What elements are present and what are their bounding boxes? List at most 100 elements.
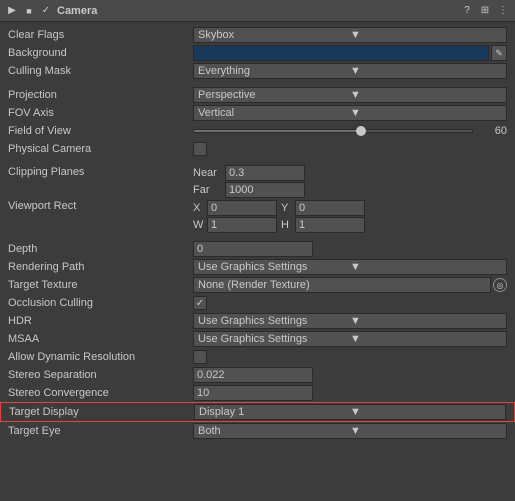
target-eye-label: Target Eye: [8, 425, 193, 437]
viewport-x-prefix: X: [193, 202, 205, 214]
help-icon[interactable]: ?: [460, 4, 474, 18]
viewport-w-prefix: W: [193, 219, 205, 231]
checkbox-icon[interactable]: ✓: [39, 4, 53, 18]
clipping-far-input[interactable]: [225, 182, 305, 198]
target-display-value: Display 1 ▼: [194, 404, 506, 420]
msaa-label: MSAA: [8, 333, 193, 345]
fov-slider-thumb[interactable]: [356, 126, 366, 136]
occlusion-culling-checkbox[interactable]: ✓: [193, 296, 207, 310]
target-display-dropdown[interactable]: Display 1 ▼: [194, 404, 506, 420]
allow-dynamic-resolution-row: Allow Dynamic Resolution: [0, 348, 515, 366]
background-color-swatch[interactable]: [193, 45, 489, 61]
viewport-x-field: X: [193, 200, 277, 216]
depth-row: Depth: [0, 240, 515, 258]
stereo-convergence-label: Stereo Convergence: [8, 387, 193, 399]
viewport-fields: X Y W H: [193, 200, 507, 233]
background-label: Background: [8, 47, 193, 59]
rendering-path-dropdown[interactable]: Use Graphics Settings ▼: [193, 259, 507, 275]
viewport-h-prefix: H: [281, 219, 293, 231]
field-of-view-value: 60: [193, 125, 507, 137]
rendering-path-row: Rendering Path Use Graphics Settings ▼: [0, 258, 515, 276]
target-eye-dropdown[interactable]: Both ▼: [193, 423, 507, 439]
viewport-w-input[interactable]: [207, 217, 277, 233]
viewport-y-input[interactable]: [295, 200, 365, 216]
clipping-near-input[interactable]: [225, 165, 305, 181]
hdr-row: HDR Use Graphics Settings ▼: [0, 312, 515, 330]
fov-slider-track[interactable]: [193, 129, 473, 133]
stereo-separation-label: Stereo Separation: [8, 369, 193, 381]
msaa-value: Use Graphics Settings ▼: [193, 331, 507, 347]
hdr-value: Use Graphics Settings ▼: [193, 313, 507, 329]
component-title: Camera: [57, 5, 456, 17]
fov-axis-dropdown-text: Vertical: [198, 107, 350, 119]
physical-camera-row: Physical Camera: [0, 140, 515, 158]
target-texture-dropdown[interactable]: None (Render Texture): [193, 277, 491, 293]
viewport-y-prefix: Y: [281, 202, 293, 214]
clear-flags-label: Clear Flags: [8, 29, 193, 41]
camera-component-panel: ▶ ■ ✓ Camera ? ⊞ ⋮ Clear Flags Skybox ▼ …: [0, 0, 515, 444]
target-texture-value: None (Render Texture) ◎: [193, 277, 507, 293]
occlusion-culling-checkmark: ✓: [196, 298, 204, 309]
projection-dropdown[interactable]: Perspective ▼: [193, 87, 507, 103]
clear-flags-dropdown[interactable]: Skybox ▼: [193, 27, 507, 43]
culling-mask-dropdown[interactable]: Everything ▼: [193, 63, 507, 79]
clear-flags-value: Skybox ▼: [193, 27, 507, 43]
viewport-y-field: Y: [281, 200, 365, 216]
projection-arrow-icon: ▼: [350, 89, 502, 101]
stereo-separation-input[interactable]: [193, 367, 313, 383]
stereo-convergence-row: Stereo Convergence: [0, 384, 515, 402]
field-of-view-row: Field of View 60: [0, 122, 515, 140]
rendering-path-dropdown-text: Use Graphics Settings: [198, 261, 350, 273]
occlusion-culling-row: Occlusion Culling ✓: [0, 294, 515, 312]
allow-dynamic-resolution-value: [193, 350, 507, 364]
viewport-h-field: H: [281, 217, 365, 233]
settings-icon[interactable]: ⊞: [478, 4, 492, 18]
fov-slider-value: 60: [477, 125, 507, 137]
target-texture-picker-icon[interactable]: ◎: [493, 278, 507, 292]
viewport-wh-row: W H: [193, 217, 507, 233]
target-eye-row: Target Eye Both ▼: [0, 422, 515, 440]
culling-mask-row: Culling Mask Everything ▼: [0, 62, 515, 80]
projection-row: Projection Perspective ▼: [0, 86, 515, 104]
depth-input[interactable]: [193, 241, 313, 257]
clipping-planes-label: Clipping Planes: [8, 165, 193, 178]
rendering-path-arrow-icon: ▼: [350, 261, 502, 273]
color-picker-icon[interactable]: ✎: [491, 45, 507, 61]
panel-body: Clear Flags Skybox ▼ Background ✎ Cullin…: [0, 22, 515, 444]
fov-axis-dropdown[interactable]: Vertical ▼: [193, 105, 507, 121]
clipping-far-row: Far: [193, 182, 507, 198]
expand-icon[interactable]: ▶: [5, 4, 19, 18]
clipping-near-row: Near: [193, 165, 507, 181]
physical-camera-value: [193, 142, 507, 156]
viewport-h-input[interactable]: [295, 217, 365, 233]
active-icon[interactable]: ■: [22, 4, 36, 18]
header-right-icons: ? ⊞ ⋮: [460, 4, 510, 18]
overflow-icon[interactable]: ⋮: [496, 4, 510, 18]
target-display-row: Target Display Display 1 ▼: [0, 402, 515, 422]
target-eye-value: Both ▼: [193, 423, 507, 439]
stereo-separation-row: Stereo Separation: [0, 366, 515, 384]
rendering-path-label: Rendering Path: [8, 261, 193, 273]
fov-axis-arrow-icon: ▼: [350, 107, 502, 119]
target-texture-field-container: None (Render Texture) ◎: [193, 277, 507, 293]
stereo-convergence-input[interactable]: [193, 385, 313, 401]
occlusion-culling-value: ✓: [193, 296, 507, 310]
projection-value: Perspective ▼: [193, 87, 507, 103]
viewport-w-field: W: [193, 217, 277, 233]
target-display-label: Target Display: [9, 406, 194, 418]
culling-mask-value: Everything ▼: [193, 63, 507, 79]
physical-camera-checkbox[interactable]: [193, 142, 207, 156]
viewport-x-input[interactable]: [207, 200, 277, 216]
hdr-dropdown[interactable]: Use Graphics Settings ▼: [193, 313, 507, 329]
clipping-fields: Near Far: [193, 165, 507, 198]
clipping-near-label: Near: [193, 167, 221, 179]
target-eye-arrow-icon: ▼: [350, 425, 502, 437]
fov-axis-value: Vertical ▼: [193, 105, 507, 121]
depth-value: [193, 241, 507, 257]
hdr-dropdown-text: Use Graphics Settings: [198, 315, 350, 327]
field-of-view-label: Field of View: [8, 125, 193, 137]
allow-dynamic-resolution-checkbox[interactable]: [193, 350, 207, 364]
viewport-rect-label: Viewport Rect: [8, 200, 193, 212]
hdr-arrow-icon: ▼: [350, 315, 502, 327]
msaa-dropdown[interactable]: Use Graphics Settings ▼: [193, 331, 507, 347]
